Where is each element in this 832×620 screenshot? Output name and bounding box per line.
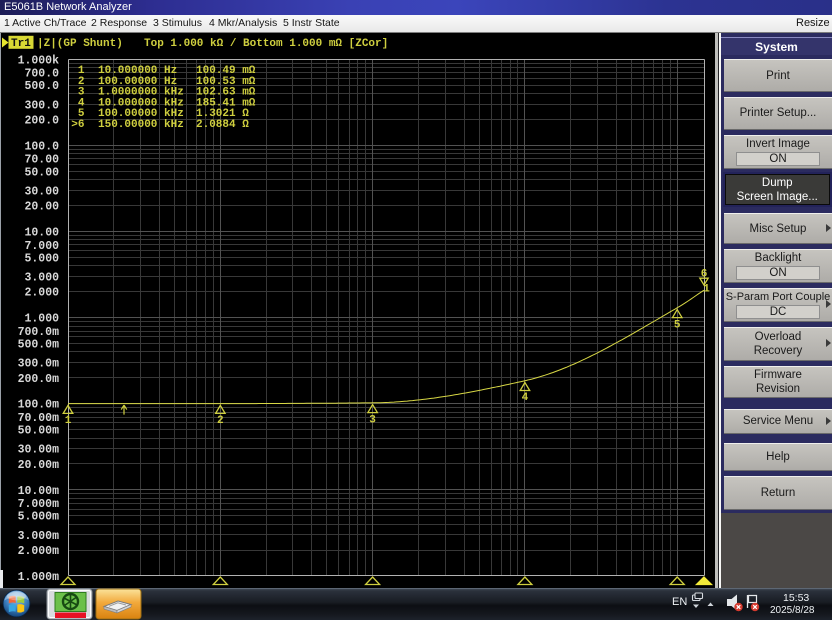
svg-text:7.000: 7.000	[24, 240, 59, 253]
svg-text:5.000: 5.000	[24, 252, 59, 265]
svg-text:100.0m: 100.0m	[18, 399, 60, 412]
svg-text:7.000m: 7.000m	[18, 498, 60, 511]
svg-text:2.000m: 2.000m	[18, 545, 60, 558]
svg-text:|Z|(GP Shunt): |Z|(GP Shunt)	[37, 38, 123, 50]
svg-text:1: 1	[65, 415, 72, 427]
svg-text:500.0m: 500.0m	[18, 339, 60, 352]
svg-text:2.000: 2.000	[24, 287, 59, 300]
svg-text:300.0m: 300.0m	[18, 358, 60, 371]
svg-text:150.00000 kHz: 150.00000 kHz	[98, 119, 184, 131]
svg-text:>6: >6	[71, 119, 84, 131]
svg-text:10.00: 10.00	[24, 227, 59, 240]
svg-text:3.000m: 3.000m	[18, 530, 60, 543]
svg-text:50.00m: 50.00m	[18, 425, 60, 438]
svg-text:Top 1.000 kΩ / Bottom 1.000 mΩ: Top 1.000 kΩ / Bottom 1.000 mΩ [ZCor]	[144, 38, 388, 50]
svg-text:3: 3	[369, 414, 376, 426]
svg-text:2.0884 Ω: 2.0884 Ω	[196, 119, 249, 131]
svg-text:500.0: 500.0	[24, 80, 59, 93]
svg-text:3.000: 3.000	[24, 272, 59, 285]
svg-text:50.00: 50.00	[24, 166, 59, 179]
svg-text:Tr1: Tr1	[11, 38, 31, 50]
svg-text:70.00: 70.00	[24, 154, 59, 167]
svg-text:30.00m: 30.00m	[18, 444, 60, 457]
svg-text:20.00: 20.00	[24, 201, 59, 214]
svg-text:2: 2	[217, 415, 224, 427]
svg-text:30.00: 30.00	[24, 185, 59, 198]
svg-text:5: 5	[674, 319, 681, 331]
svg-text:6: 6	[701, 269, 708, 281]
svg-text:10.00m: 10.00m	[18, 485, 60, 498]
svg-text:5.000m: 5.000m	[18, 511, 60, 524]
svg-text:300.0: 300.0	[24, 99, 59, 112]
svg-text:1.000: 1.000	[24, 313, 59, 326]
svg-text:700.0m: 700.0m	[18, 326, 60, 339]
svg-text:100.0: 100.0	[24, 140, 59, 153]
svg-text:700.0: 700.0	[24, 68, 59, 81]
svg-text:20.00m: 20.00m	[18, 459, 60, 472]
svg-text:1.000m: 1.000m	[18, 571, 60, 584]
svg-text:200.0: 200.0	[24, 115, 59, 128]
svg-text:4: 4	[522, 392, 529, 404]
svg-text:200.0m: 200.0m	[18, 373, 60, 386]
svg-text:70.00m: 70.00m	[18, 412, 60, 425]
svg-text:1.000k: 1.000k	[18, 54, 60, 67]
svg-text:1: 1	[703, 284, 710, 296]
